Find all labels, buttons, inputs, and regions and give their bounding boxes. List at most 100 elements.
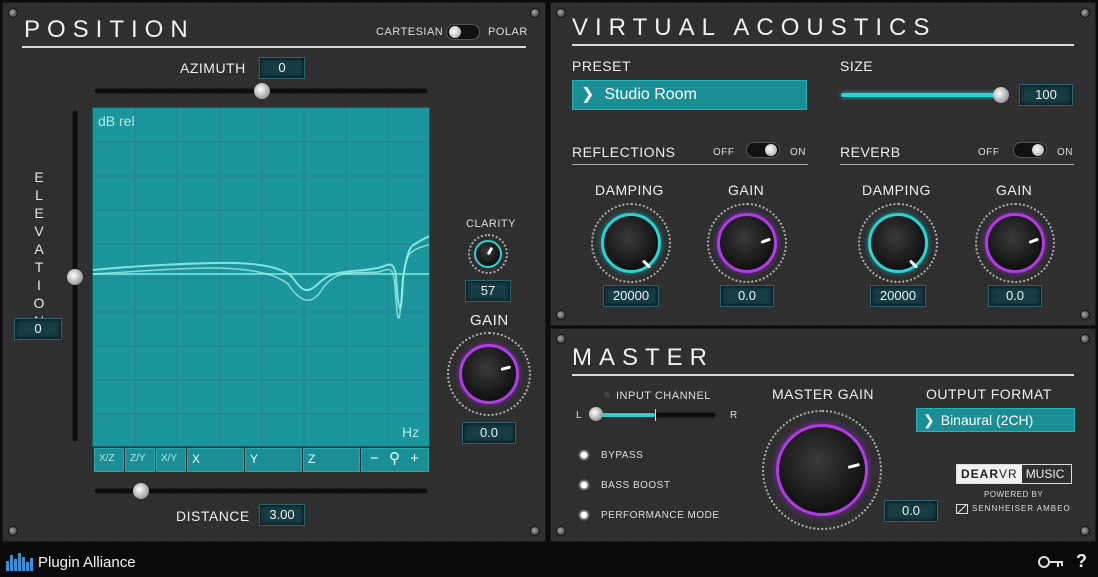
view-xy-button[interactable]: X/Y <box>156 448 186 472</box>
input-channel-thumb[interactable] <box>589 407 603 421</box>
input-channel-label: INPUT CHANNEL <box>616 390 711 402</box>
reverb-toggle[interactable] <box>1013 142 1047 158</box>
screw <box>1080 334 1090 344</box>
screw <box>556 8 566 18</box>
brand-dear: DEAR <box>961 467 1000 481</box>
axis-x-button[interactable]: X <box>187 448 244 472</box>
performance-mode-label: PERFORMANCE MODE <box>601 510 720 521</box>
bypass-radio[interactable] <box>577 448 591 462</box>
view-xz-button[interactable]: X/Z <box>94 448 124 472</box>
size-slider[interactable] <box>840 87 1009 103</box>
elevation-label: ELEVATION <box>33 169 45 329</box>
input-right-label: R <box>730 410 738 421</box>
input-left-label: L <box>576 410 583 421</box>
master-divider <box>572 374 1074 376</box>
reverb-label: REVERB <box>840 144 901 160</box>
frequency-graph[interactable]: dB rel Hz <box>92 107 430 447</box>
preset-dropdown[interactable]: ❯ Studio Room <box>572 80 807 110</box>
output-format-label: OUTPUT FORMAT <box>926 386 1052 402</box>
performance-mode-radio[interactable] <box>577 508 591 522</box>
zoom-controls: − ⚲ + <box>361 448 429 472</box>
va-divider <box>572 44 1074 46</box>
reverb-damping-knob[interactable] <box>856 203 940 283</box>
reflections-divider <box>572 164 808 165</box>
size-label: SIZE <box>840 58 874 74</box>
position-gain-value[interactable]: 0.0 <box>462 422 516 444</box>
azimuth-slider[interactable] <box>94 83 428 99</box>
chevron-right-icon: ❯ <box>581 86 595 103</box>
master-title: MASTER <box>572 344 715 371</box>
reflections-damping-value[interactable]: 20000 <box>603 285 659 307</box>
bass-boost-radio[interactable] <box>577 478 591 492</box>
distance-value[interactable]: 3.00 <box>259 504 305 526</box>
reverb-off-label: OFF <box>978 147 1000 158</box>
reverb-gain-label: GAIN <box>996 182 1033 198</box>
azimuth-thumb[interactable] <box>254 83 270 99</box>
brand-vr: VR <box>999 467 1018 481</box>
bass-boost-label: BASS BOOST <box>601 480 671 491</box>
clarity-label: CLARITY <box>466 218 516 230</box>
reverb-on-label: ON <box>1057 147 1073 158</box>
screw <box>1080 8 1090 18</box>
graph-xlabel: Hz <box>402 424 420 440</box>
reflections-label: REFLECTIONS <box>572 144 676 160</box>
reflections-gain-label: GAIN <box>728 182 765 198</box>
reflections-damping-knob[interactable] <box>589 203 673 283</box>
screw <box>530 526 540 536</box>
master-gain-value[interactable]: 0.0 <box>884 500 938 522</box>
reverb-gain-value[interactable]: 0.0 <box>988 285 1042 307</box>
distance-thumb[interactable] <box>133 483 149 499</box>
axis-y-button[interactable]: Y <box>245 448 302 472</box>
clarity-value[interactable]: 57 <box>465 280 511 302</box>
plugin-alliance-logo-icon <box>6 553 34 571</box>
center-mark <box>655 409 656 421</box>
help-button[interactable]: ? <box>1076 551 1087 572</box>
axis-z-button[interactable]: Z <box>303 448 360 472</box>
reflections-toggle[interactable] <box>746 142 780 158</box>
master-gain-knob[interactable] <box>762 410 882 530</box>
position-divider <box>22 46 526 48</box>
reflections-off-label: OFF <box>713 147 735 158</box>
powered-by-label: POWERED BY <box>984 490 1044 499</box>
view-zy-button[interactable]: Z/Y <box>125 448 155 472</box>
key-icon[interactable] <box>1038 555 1064 569</box>
clarity-knob[interactable] <box>468 234 508 274</box>
output-format-dropdown[interactable]: ❯ Binaural (2CH) <box>916 408 1075 432</box>
dearvr-logo: DEARVR MUSIC <box>956 464 1072 484</box>
zoom-in-button[interactable]: + <box>410 450 419 467</box>
reflections-gain-value[interactable]: 0.0 <box>720 285 774 307</box>
screw <box>556 310 566 320</box>
reverb-damping-label: DAMPING <box>862 182 931 198</box>
size-thumb[interactable] <box>993 87 1009 103</box>
reflections-gain-knob[interactable] <box>705 203 789 283</box>
elevation-value[interactable]: 0 <box>14 318 62 340</box>
reverb-divider <box>840 164 1074 165</box>
size-value[interactable]: 100 <box>1019 84 1073 106</box>
input-channel-led <box>604 392 610 398</box>
reflections-on-label: ON <box>790 147 806 158</box>
reverb-damping-value[interactable]: 20000 <box>870 285 926 307</box>
distance-label: DISTANCE <box>176 508 250 524</box>
azimuth-value[interactable]: 0 <box>259 57 305 79</box>
zoom-out-button[interactable]: − <box>370 450 379 467</box>
plugin-alliance-brand[interactable]: Plugin Alliance <box>38 554 136 571</box>
position-gain-label: GAIN <box>470 312 509 329</box>
preset-value: Studio Room <box>604 86 697 103</box>
position-gain-knob[interactable] <box>447 332 531 416</box>
input-channel-slider[interactable] <box>589 407 716 421</box>
cartesian-polar-toggle[interactable] <box>446 24 480 40</box>
footer-bar <box>0 545 1098 577</box>
azimuth-label: AZIMUTH <box>180 60 246 76</box>
master-gain-label: MASTER GAIN <box>772 386 874 402</box>
screw <box>1080 310 1090 320</box>
reverb-gain-knob[interactable] <box>973 203 1057 283</box>
preset-label: PRESET <box>572 58 632 74</box>
sennheiser-logo-icon <box>956 504 968 514</box>
zoom-icon: ⚲ <box>388 450 400 467</box>
screw <box>530 8 540 18</box>
bypass-label: BYPASS <box>601 450 644 461</box>
distance-slider[interactable] <box>94 483 428 499</box>
elevation-thumb[interactable] <box>67 269 83 285</box>
elevation-slider[interactable] <box>67 110 83 442</box>
position-title: POSITION <box>24 16 195 43</box>
